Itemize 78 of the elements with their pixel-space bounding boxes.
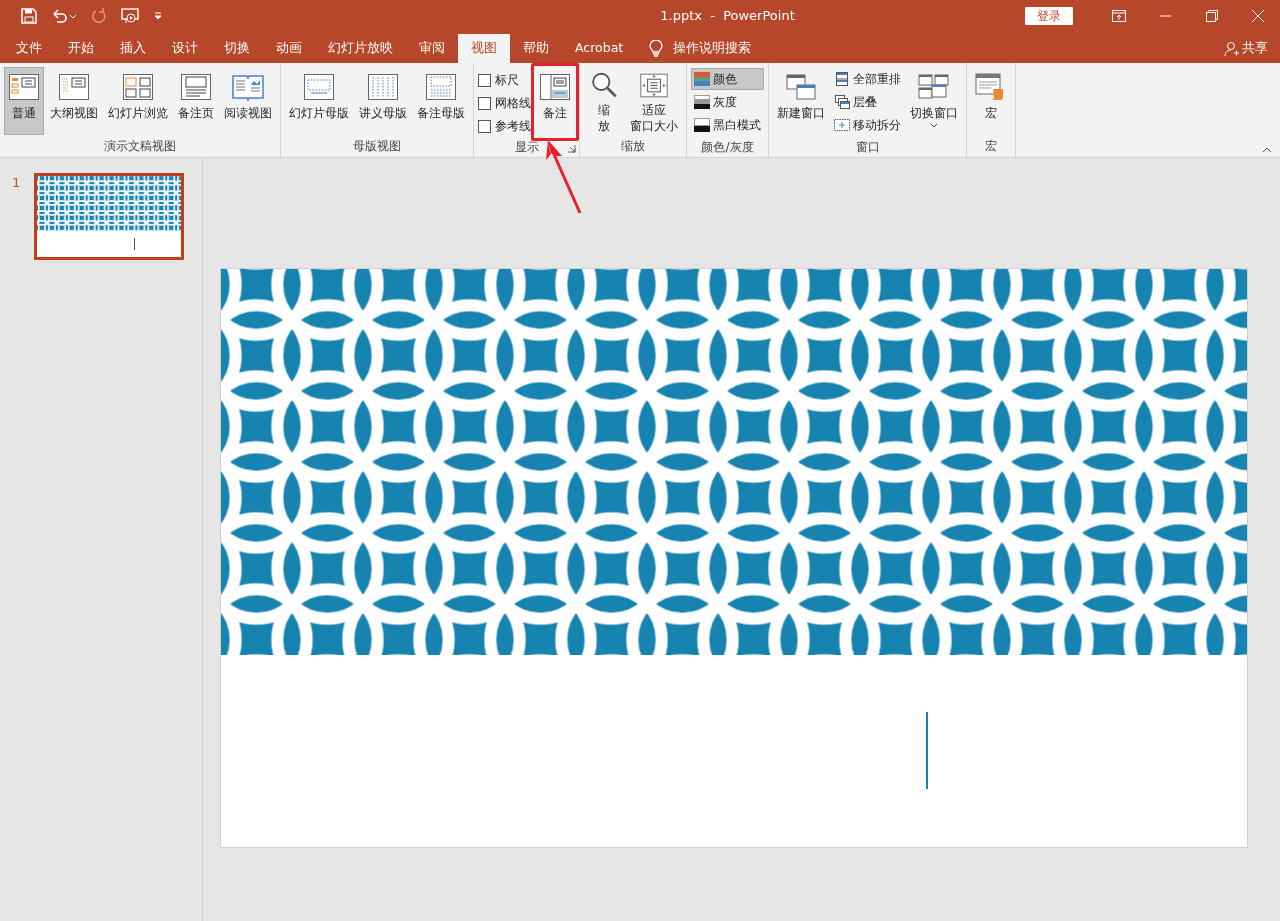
ribbon-button[interactable]: 幻灯片浏览 xyxy=(104,67,172,135)
close-icon[interactable] xyxy=(1252,10,1264,22)
monochrome-swatch-icon xyxy=(694,117,710,133)
restore-icon[interactable] xyxy=(1206,10,1218,22)
group-label: 演示文稿视图 xyxy=(104,138,176,155)
slide-number: 1 xyxy=(11,174,22,192)
ribbon-small-button[interactable]: 移动拆分 xyxy=(831,114,904,136)
ribbon-small-button[interactable]: 全部重排 xyxy=(831,68,904,90)
ribbon-small-button[interactable]: 颜色 xyxy=(691,68,764,90)
slide-master-icon xyxy=(303,71,335,103)
checkbox[interactable] xyxy=(478,73,491,87)
ribbon-tab[interactable]: 设计 xyxy=(159,34,211,63)
checkbox-label[interactable]: 标尺 xyxy=(495,71,519,89)
person-add-icon xyxy=(1224,40,1240,57)
arrange-all-icon xyxy=(834,71,850,87)
ribbon-tab[interactable]: 帮助 xyxy=(510,34,562,63)
outline-view-icon xyxy=(58,71,90,103)
ribbon-button[interactable]: 阅读视图 xyxy=(220,67,276,135)
ribbon-display-options-icon[interactable] xyxy=(1112,10,1126,22)
ribbon-button[interactable]: 讲义母版 xyxy=(355,67,411,135)
ribbon-tab[interactable]: 切换 xyxy=(211,34,263,63)
cascade-icon xyxy=(834,94,850,110)
text-cursor xyxy=(134,238,135,250)
checkbox[interactable] xyxy=(478,96,491,110)
ribbon-tab[interactable]: 文件 xyxy=(3,34,55,63)
ribbon-button[interactable]: 备注母版 xyxy=(413,67,469,135)
group-label: 颜色/灰度 xyxy=(701,138,754,156)
ribbon-small-button[interactable]: 层叠 xyxy=(831,91,904,113)
slideshow-icon[interactable] xyxy=(121,8,139,24)
ribbon-button[interactable]: 适应 窗口大小 xyxy=(626,67,682,135)
ribbon-small-button[interactable]: 灰度 xyxy=(691,91,764,113)
new-window-icon xyxy=(785,71,817,103)
grayscale-swatch-icon xyxy=(694,94,710,110)
group-label: 显示 xyxy=(514,139,539,156)
ribbon-tab[interactable]: 开始 xyxy=(55,34,107,63)
slide-sorter-icon xyxy=(122,71,154,103)
window-title: 1.pptx - PowerPoint xyxy=(660,7,795,26)
ribbon-tab[interactable]: 幻灯片放映 xyxy=(315,34,406,63)
login-button[interactable]: 登录 xyxy=(1025,7,1073,25)
group-label: 窗口 xyxy=(855,138,880,156)
ribbon-button[interactable]: 备注页 xyxy=(174,67,218,135)
save-icon[interactable] xyxy=(21,8,37,24)
notes-master-icon xyxy=(425,71,457,103)
customize-caret-icon[interactable] xyxy=(153,11,163,21)
ribbon-tab[interactable]: Acrobat xyxy=(562,34,637,63)
lightbulb-icon xyxy=(649,39,664,58)
group-label: 母版视图 xyxy=(353,138,401,155)
group-label: 缩放 xyxy=(621,138,645,155)
handout-master-icon xyxy=(367,71,399,103)
notes-panel-icon xyxy=(539,71,571,103)
ribbon-tab[interactable]: 审阅 xyxy=(406,34,458,63)
ribbon-button[interactable]: 普通 xyxy=(4,67,44,135)
fit-window-icon xyxy=(638,71,670,100)
dialog-launcher-icon[interactable] xyxy=(567,144,576,153)
undo-icon[interactable] xyxy=(51,8,77,24)
checkbox-label[interactable]: 参考线 xyxy=(495,117,531,135)
ribbon-button[interactable]: 新建窗口 xyxy=(773,67,829,135)
ribbon-tab[interactable]: 动画 xyxy=(263,34,315,63)
move-split-icon xyxy=(834,117,850,133)
share-button[interactable]: 共享 xyxy=(1242,39,1268,58)
ribbon-button[interactable]: 大纲视图 xyxy=(46,67,102,135)
checkbox[interactable] xyxy=(478,119,491,133)
ribbon-button[interactable]: 缩 放 xyxy=(584,67,624,135)
color-swatch-icon xyxy=(694,71,710,87)
ribbon-button[interactable]: 幻灯片母版 xyxy=(285,67,353,135)
ribbon-button[interactable]: 切换窗口 xyxy=(906,67,962,135)
normal-view-icon xyxy=(8,71,40,103)
checkbox-label[interactable]: 网格线 xyxy=(495,94,531,112)
group-label: 宏 xyxy=(985,138,997,155)
slide-thumbnail[interactable] xyxy=(34,173,184,260)
ribbon-small-button[interactable]: 黑白模式 xyxy=(691,114,764,136)
ribbon-button[interactable]: 宏 xyxy=(971,67,1011,135)
notes-page-icon xyxy=(180,71,212,103)
collapse-ribbon-icon[interactable] xyxy=(1262,147,1272,153)
tell-me-search[interactable]: 操作说明搜索 xyxy=(673,39,752,58)
ribbon-tab[interactable]: 视图 xyxy=(458,34,510,63)
ribbon-button[interactable]: 备注 xyxy=(535,67,575,135)
ribbon-tab[interactable]: 插入 xyxy=(107,34,159,63)
